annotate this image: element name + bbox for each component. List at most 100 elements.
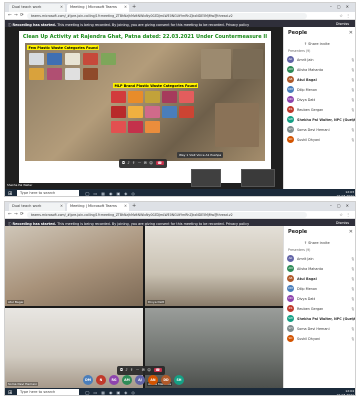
- mic-muted-icon: 🎙: [350, 57, 355, 62]
- back-icon[interactable]: ←: [8, 212, 12, 217]
- close-tab-icon[interactable]: ✕: [60, 204, 63, 208]
- dismiss-button[interactable]: Dismiss: [336, 22, 349, 26]
- participant-name: Atul Bagai: [297, 276, 317, 281]
- participant-row[interactable]: AB Atul Bagai 🎙: [287, 75, 355, 85]
- avatar: AK: [287, 56, 294, 63]
- browser-menu-icons[interactable]: ☆⋮: [339, 212, 353, 217]
- browser-tab-2[interactable]: Meeting | Microsoft Teams ✕: [67, 4, 129, 12]
- close-panel-icon[interactable]: ✕: [349, 229, 353, 235]
- participant-row[interactable]: DD Divya Datt 🎙: [287, 95, 355, 105]
- share-invite-label: Share invite: [308, 42, 330, 46]
- taskbar-search[interactable]: Type here to search: [17, 190, 79, 196]
- hang-up-button[interactable]: ☎: [153, 368, 162, 372]
- participant-avatar[interactable]: AJ: [135, 375, 145, 385]
- participant-avatar[interactable]: AM: [122, 375, 132, 385]
- avatar: RS: [287, 305, 294, 312]
- close-tab-icon[interactable]: ✕: [124, 204, 127, 208]
- shared-slide: Clean Up Activity at Rajendra Ghat, Patn…: [19, 31, 271, 183]
- waste-item: [128, 121, 143, 133]
- people-list: AK Amrit Jain 🎙 AM Alisha Mahanta 🎙 AB Atul Bag…: [287, 55, 355, 145]
- windows-start-icon[interactable]: ⊞: [8, 390, 12, 396]
- participant-name: Soma Devi Hemani: [7, 382, 38, 386]
- participant-row[interactable]: AK Amrit Jain 🎙: [287, 55, 355, 65]
- browser-tab-2[interactable]: Meeting | Microsoft Teams ✕: [67, 203, 129, 211]
- participant-name: Divya Datt: [297, 97, 316, 102]
- back-icon[interactable]: ←: [8, 13, 12, 18]
- teams-window-gallery: Dual teach work ✕ Meeting | Microsoft Tea…: [4, 201, 356, 396]
- slide-title: Clean Up Activity at Rajendra Ghat, Patn…: [22, 34, 268, 40]
- participant-avatar[interactable]: N: [96, 375, 106, 385]
- avatar: AM: [287, 66, 294, 73]
- participant-row[interactable]: DM Dilip Menon 🎙: [287, 85, 355, 95]
- participant-avatar[interactable]: AN: [148, 375, 158, 385]
- participant-row[interactable]: DM Dilip Menon 🎙: [287, 284, 355, 294]
- video-tile: Atul Bagai: [5, 226, 143, 306]
- privacy-policy-link[interactable]: Privacy policy: [226, 23, 249, 27]
- avatar: SH: [287, 325, 294, 332]
- video-tile: [241, 169, 275, 187]
- participant-row[interactable]: SH Soma Devi Hemani 🎙: [287, 324, 355, 334]
- window-controls[interactable]: –▢✕: [330, 203, 354, 208]
- people-icon[interactable]: ☺: [149, 161, 155, 165]
- people-icon[interactable]: ☺: [147, 368, 153, 372]
- participant-name: Divya Datt: [297, 296, 316, 301]
- privacy-policy-link[interactable]: Privacy policy: [226, 222, 249, 226]
- reload-icon[interactable]: ⟳: [20, 13, 24, 18]
- waste-item: [111, 106, 126, 118]
- close-tab-icon[interactable]: ✕: [124, 5, 127, 9]
- waste-item: [179, 106, 194, 118]
- browser-tab-1[interactable]: Dual teach work ✕: [9, 4, 65, 12]
- participant-row[interactable]: AB Atul Bagai 🎙: [287, 274, 355, 284]
- mic-muted-icon: 🎙: [350, 316, 355, 321]
- forward-icon[interactable]: →: [14, 212, 18, 217]
- participant-row[interactable]: RS Reuben Gergan 🎙: [287, 105, 355, 115]
- waste-item: [179, 91, 194, 103]
- participant-row[interactable]: SD Sushil Dhyani 🎙: [287, 135, 355, 145]
- waste-item: [128, 106, 143, 118]
- waste-item: [47, 68, 62, 80]
- mic-muted-icon: 🎙: [350, 127, 355, 132]
- taskbar-search[interactable]: Type here to search: [17, 389, 79, 395]
- participant-avatar[interactable]: RG: [109, 375, 119, 385]
- participant-row[interactable]: SW Shekha Pal Walter, NPC (Guest) 🎙: [287, 115, 355, 125]
- windows-start-icon[interactable]: ⊞: [8, 191, 12, 197]
- share-invite-button[interactable]: ⇪ Share invite: [304, 42, 330, 46]
- participant-row[interactable]: SD Sushil Dhyani 🎙: [287, 334, 355, 344]
- avatar: AB: [287, 275, 294, 282]
- waste-item: [111, 121, 126, 133]
- share-invite-button[interactable]: ⇪ Share invite: [304, 241, 330, 245]
- participant-row[interactable]: DD Divya Datt 🎙: [287, 294, 355, 304]
- close-tab-icon[interactable]: ✕: [60, 5, 63, 9]
- participant-avatar[interactable]: DM: [83, 375, 93, 385]
- mic-muted-icon: 🎙: [350, 326, 355, 331]
- new-tab-icon[interactable]: +: [132, 4, 136, 10]
- participant-name: Shekha Pal Walter, NPC (Guest): [297, 117, 356, 122]
- participant-row[interactable]: AM Alisha Mahanta 🎙: [287, 65, 355, 75]
- new-tab-icon[interactable]: +: [132, 203, 136, 209]
- participant-row[interactable]: SW Shekha Pal Walter, NPC (Guest) 🎙: [287, 314, 355, 324]
- participant-name: Soma Devi Hemani: [297, 326, 330, 331]
- reload-icon[interactable]: ⟳: [20, 212, 24, 217]
- windows-taskbar: ⊞ Type here to search ◯▭▦◉▣◈◎ 12:03 22-0…: [5, 189, 355, 197]
- banner-text: This meeting is being recorded. By joini…: [57, 22, 225, 27]
- participant-avatar[interactable]: SH: [174, 375, 184, 385]
- browser-menu-icons[interactable]: ☆⋮: [339, 13, 353, 18]
- presenters-header[interactable]: Presenters (9): [288, 49, 310, 53]
- rubbish-photo: [201, 49, 231, 79]
- participant-row[interactable]: RS Reuben Gergan 🎙: [287, 304, 355, 314]
- forward-icon[interactable]: →: [14, 13, 18, 18]
- url-field[interactable]: teams.microsoft.com/_#/pre-join-calling/…: [27, 212, 307, 218]
- taskbar-app-icons[interactable]: ◯▭▦◉▣◈◎: [85, 191, 139, 196]
- dismiss-button[interactable]: Dismiss: [336, 221, 349, 225]
- close-panel-icon[interactable]: ✕: [349, 30, 353, 36]
- presenters-header[interactable]: Presenters (9): [288, 248, 310, 252]
- participant-row[interactable]: SH Soma Devi Hemani 🎙: [287, 125, 355, 135]
- participant-row[interactable]: AK Amrit Jain 🎙: [287, 254, 355, 264]
- taskbar-app-icons[interactable]: ◯▭▦◉▣◈◎: [85, 390, 139, 395]
- window-controls[interactable]: –▢✕: [330, 4, 354, 9]
- url-field[interactable]: teams.microsoft.com/_#/pre-join-calling/…: [27, 13, 307, 19]
- participant-row[interactable]: AM Alisha Mahanta 🎙: [287, 264, 355, 274]
- participant-avatar[interactable]: DD: [161, 375, 171, 385]
- hang-up-button[interactable]: ☎: [155, 161, 164, 165]
- browser-tab-1[interactable]: Dual teach work ✕: [9, 203, 65, 211]
